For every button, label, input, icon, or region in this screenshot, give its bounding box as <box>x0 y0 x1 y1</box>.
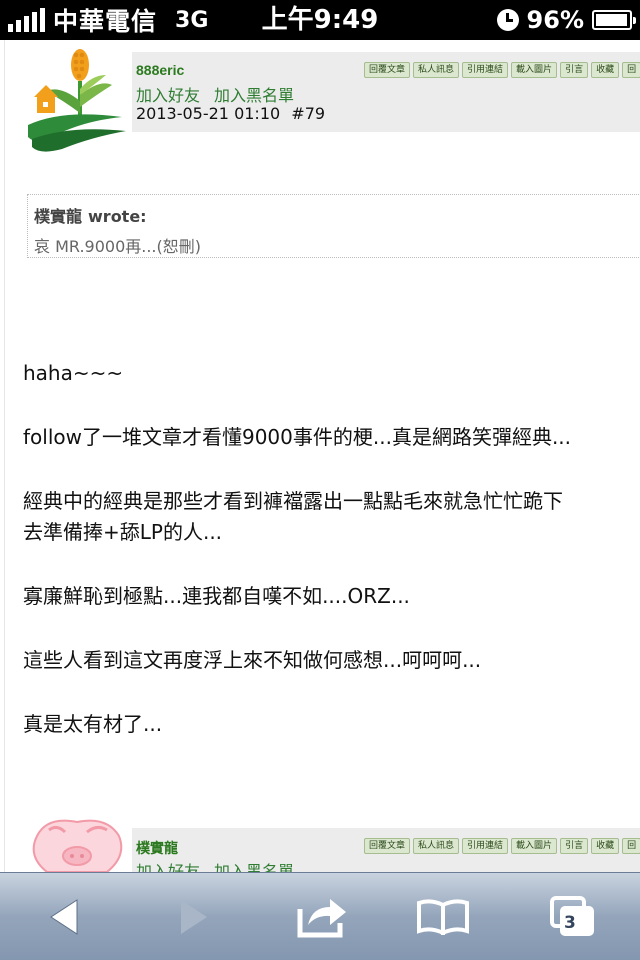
forum-post: 樸實龍 加入好友 加入黑名單 回覆文章 私人訊息 引用連結 載入圖片 引言 收藏… <box>4 816 640 872</box>
add-friend-link[interactable]: 加入好友 <box>136 858 200 872</box>
post-username[interactable]: 樸實龍 <box>136 838 178 858</box>
favorite-button[interactable]: 收藏 <box>591 62 620 78</box>
quote-button[interactable]: 引言 <box>560 838 589 854</box>
cite-link-button[interactable]: 引用連結 <box>462 62 509 78</box>
quote-author: 樸實龍 <box>34 207 83 226</box>
reply-button[interactable]: 回覆文章 <box>364 62 411 78</box>
load-images-button[interactable]: 載入圖片 <box>511 62 558 78</box>
post-actions: 回覆文章 私人訊息 引用連結 載入圖片 引言 收藏 回 <box>364 838 640 854</box>
post-actions: 回覆文章 私人訊息 引用連結 載入圖片 引言 收藏 回 <box>364 62 640 78</box>
favorite-button[interactable]: 收藏 <box>591 838 620 854</box>
post-body: haha~~~ follow了一堆文章才看懂9000事件的梗...真是網路笑彈經… <box>23 358 640 773</box>
status-bar: 中華電信 3G 上午9:49 96% <box>0 0 640 40</box>
share-icon <box>297 899 346 938</box>
post-header: 樸實龍 加入好友 加入黑名單 回覆文章 私人訊息 引用連結 載入圖片 引言 收藏… <box>132 828 640 872</box>
forward-arrow-icon <box>181 900 207 934</box>
post-paragraph: follow了一堆文章才看懂9000事件的梗...真是網路笑彈經典... <box>23 425 572 449</box>
post-paragraph: 真是太有材了... <box>23 712 163 736</box>
reply-button[interactable]: 回覆文章 <box>364 838 411 854</box>
cite-link-button[interactable]: 引用連結 <box>462 838 509 854</box>
add-blacklist-link[interactable]: 加入黑名單 <box>214 82 294 106</box>
post-date: 2013-05-21 01:10 <box>136 104 281 123</box>
quote-wrote-label: wrote: <box>88 207 147 226</box>
quote-button[interactable]: 引言 <box>560 62 589 78</box>
private-message-button[interactable]: 私人訊息 <box>413 62 460 78</box>
avatar[interactable] <box>27 816 127 872</box>
quote-author-line: 樸實龍 wrote: <box>34 203 640 227</box>
post-paragraph: 這些人看到這文再度浮上來不知做何感想...呵呵呵... <box>23 648 482 672</box>
back-button[interactable] <box>20 873 110 960</box>
private-message-button[interactable]: 私人訊息 <box>413 838 460 854</box>
tabs-button[interactable]: 3 <box>528 873 618 960</box>
post-meta: 2013-05-21 01:10 #79 <box>136 104 325 123</box>
post-floor[interactable]: #79 <box>291 104 325 123</box>
post-paragraph: 寡廉鮮恥到極點...連我都自嘆不如....ORZ... <box>23 584 410 608</box>
load-images-button[interactable]: 載入圖片 <box>511 838 558 854</box>
tabs-count: 3 <box>564 913 576 933</box>
quote-block: 樸實龍 wrote: 哀 MR.9000再...(恕刪) <box>27 194 640 258</box>
forward-button[interactable] <box>148 873 238 960</box>
more-action-button[interactable]: 回 <box>622 838 640 854</box>
post-paragraph: haha~~~ <box>23 361 124 385</box>
more-action-button[interactable]: 回 <box>622 62 640 78</box>
farm-logo-icon <box>28 49 126 152</box>
web-page[interactable]: 888eric 加入好友 加入黑名單 2013-05-21 01:10 #79 … <box>0 40 640 872</box>
bookmarks-icon <box>417 899 469 935</box>
orientation-lock-icon <box>496 9 519 31</box>
bookmarks-button[interactable] <box>398 873 488 960</box>
add-blacklist-link[interactable]: 加入黑名單 <box>214 858 294 872</box>
pig-avatar-icon <box>32 819 123 872</box>
forum-post: 888eric 加入好友 加入黑名單 2013-05-21 01:10 #79 … <box>4 40 640 872</box>
quote-text: 哀 MR.9000再...(恕刪) <box>34 237 201 256</box>
add-friend-link[interactable]: 加入好友 <box>136 82 200 106</box>
back-arrow-icon <box>50 899 78 935</box>
post-username[interactable]: 888eric <box>136 62 184 78</box>
avatar[interactable] <box>22 45 130 153</box>
share-button[interactable] <box>278 873 368 960</box>
post-header: 888eric 加入好友 加入黑名單 2013-05-21 01:10 #79 … <box>132 52 640 132</box>
battery-icon <box>592 10 636 30</box>
browser-toolbar: 3 <box>0 872 640 960</box>
battery-percentage: 96% <box>526 6 584 34</box>
post-paragraph: 經典中的經典是那些才看到褲襠露出一點點毛來就急忙忙跪下 去準備捧+舔LP的人..… <box>23 489 563 544</box>
